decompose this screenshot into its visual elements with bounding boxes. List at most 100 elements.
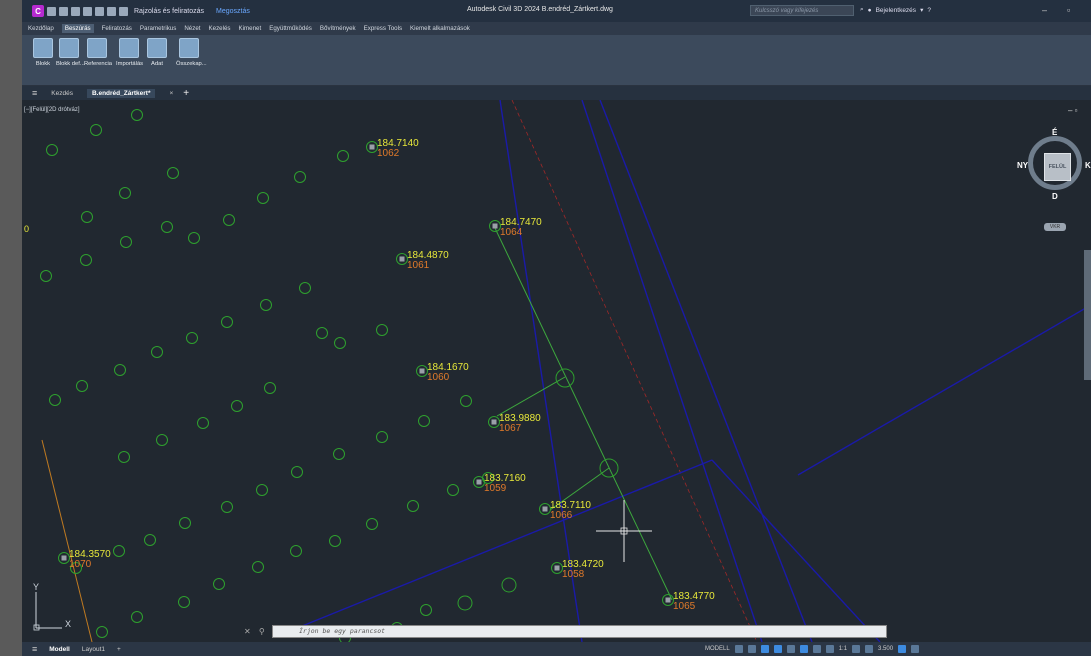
compass-east[interactable]: K xyxy=(1085,161,1091,170)
command-input[interactable]: Írjon be egy parancsot xyxy=(272,625,887,638)
ribbon-button-5[interactable]: Összekap... xyxy=(176,38,207,67)
survey-point-1064[interactable]: 184.74701064 xyxy=(489,217,543,238)
menu-tab-9[interactable]: Express Tools xyxy=(364,25,402,32)
point-marker[interactable] xyxy=(61,555,67,561)
add-layout-icon[interactable]: + xyxy=(117,646,121,653)
survey-point-1067[interactable]: 183.98801067 xyxy=(488,413,542,434)
annotation-scale[interactable]: 1:1 xyxy=(839,646,847,652)
menu-tab-10[interactable]: Kiemelt alkalmazások xyxy=(410,25,470,32)
share-button[interactable]: Megosztás xyxy=(216,8,250,15)
ribbon-icon xyxy=(33,38,53,58)
survey-point-1062[interactable]: 184.71401062 xyxy=(366,138,420,159)
menu-tab-6[interactable]: Kimenet xyxy=(239,25,262,32)
menu-tab-8[interactable]: Bővítmények xyxy=(320,25,356,32)
layout-menu-icon[interactable]: ≡ xyxy=(32,644,37,654)
minimize-icon[interactable]: – xyxy=(1042,5,1047,15)
polar-icon[interactable] xyxy=(773,645,782,653)
ribbon-button-2[interactable]: Referencia xyxy=(84,38,112,67)
undo-icon[interactable] xyxy=(107,6,116,16)
tab-model[interactable]: Modell xyxy=(49,646,70,653)
point-marker[interactable] xyxy=(476,479,482,485)
tab-drawing[interactable]: B.endréd_Zártkert* xyxy=(86,88,156,98)
point-marker[interactable] xyxy=(491,419,497,425)
survey-point-1058[interactable]: 183.47201058 xyxy=(551,559,605,580)
point-number: 1064 xyxy=(500,227,523,238)
survey-point-1061[interactable]: 184.48701061 xyxy=(396,250,450,271)
drawing-canvas[interactable]: 184.71401062 184.74701064 184.48701061 184.… xyxy=(22,100,1091,642)
menu-icon[interactable]: ≡ xyxy=(32,88,37,98)
viewport-restore-icon[interactable]: – ▫ xyxy=(1068,106,1078,115)
tree-symbol xyxy=(120,236,132,248)
annotation-icon[interactable] xyxy=(825,645,834,653)
tree-symbol xyxy=(264,382,276,394)
isolate-icon[interactable] xyxy=(898,645,907,653)
tab-layout1[interactable]: Layout1 xyxy=(82,646,105,653)
open-icon[interactable] xyxy=(59,6,68,16)
osnap-icon[interactable] xyxy=(786,645,795,653)
grid-icon[interactable] xyxy=(734,645,743,653)
ribbon-button-3[interactable]: Importálás xyxy=(116,38,143,67)
help-icon[interactable]: ? xyxy=(927,7,931,14)
status-value[interactable]: 3.500 xyxy=(878,646,893,652)
menu-tab-5[interactable]: Kezelés xyxy=(209,25,231,32)
new-icon[interactable] xyxy=(47,6,56,16)
menu-tab-0[interactable]: Kezdőlap xyxy=(28,25,54,32)
viewport-controls[interactable]: [−][Felül][2D drótváz] xyxy=(24,107,80,113)
cart-icon[interactable]: ▾ xyxy=(920,6,923,14)
wcs-menu[interactable]: VKR xyxy=(1044,223,1066,231)
menu-tab-4[interactable]: Nézet xyxy=(184,25,200,32)
redo-icon[interactable] xyxy=(119,6,128,16)
snap-icon[interactable] xyxy=(747,645,756,653)
command-line-icons[interactable]: ✕ ⚲ xyxy=(244,627,268,636)
point-marker[interactable] xyxy=(419,368,425,374)
menu-tab-1[interactable]: Beszúrás xyxy=(61,24,94,33)
new-tab-icon[interactable]: + xyxy=(183,88,189,99)
viewcube[interactable]: FELÜL É D NY K xyxy=(1017,128,1091,201)
customize-icon[interactable] xyxy=(911,645,920,653)
point-marker[interactable] xyxy=(369,144,375,150)
model-space-button[interactable]: MODELL xyxy=(705,646,730,652)
app-logo[interactable]: C xyxy=(32,5,44,17)
ortho-icon[interactable] xyxy=(760,645,769,653)
lineweight-icon[interactable] xyxy=(812,645,821,653)
menu-tab-7[interactable]: Együttműködés xyxy=(269,25,312,32)
ribbon-label: Blokk def... xyxy=(56,61,85,67)
ribbon-button-1[interactable]: Blokk def... xyxy=(56,38,85,67)
survey-point-1065[interactable]: 183.47701065 xyxy=(662,591,716,612)
point-marker[interactable] xyxy=(665,597,671,603)
gear-icon[interactable] xyxy=(852,645,861,653)
compass-south[interactable]: D xyxy=(1052,192,1058,201)
compass-north[interactable]: É xyxy=(1052,128,1057,137)
otrack-icon[interactable] xyxy=(799,645,808,653)
menu-tab-3[interactable]: Parametrikus xyxy=(140,25,176,32)
search-icon[interactable]: ⌕ xyxy=(860,6,864,14)
survey-point-1060[interactable]: 184.16701060 xyxy=(416,362,470,383)
ribbon-button-4[interactable]: Adat xyxy=(144,38,170,67)
ribbon-button-0[interactable]: Blokk xyxy=(30,38,56,67)
shrub-symbol xyxy=(501,577,517,593)
point-marker[interactable] xyxy=(492,223,498,229)
save-icon[interactable] xyxy=(71,6,80,16)
tab-start[interactable]: Kezdés xyxy=(51,90,73,97)
close-tab-icon[interactable]: × xyxy=(169,90,173,97)
compass-west[interactable]: NY xyxy=(1017,161,1028,170)
save-as-icon[interactable] xyxy=(83,6,92,16)
point-marker[interactable] xyxy=(399,256,405,262)
signin-button[interactable]: Bejelentkezés xyxy=(876,7,916,14)
tree-symbol xyxy=(252,561,264,573)
tree-symbol xyxy=(221,501,233,513)
add-icon[interactable] xyxy=(865,645,874,653)
workspace-switcher[interactable]: Rajzolás és feliratozás xyxy=(134,8,204,15)
viewcube-top-face[interactable]: FELÜL xyxy=(1044,153,1071,181)
survey-point-1066[interactable]: 183.71101066 xyxy=(539,500,592,521)
point-marker[interactable] xyxy=(554,565,560,571)
survey-point-1070[interactable]: 184.35701070 xyxy=(58,549,112,570)
survey-point-1059[interactable]: 183.71601059 xyxy=(473,473,527,494)
search-input[interactable]: Kulcsszó vagy kifejezés xyxy=(750,5,854,16)
navigation-bar[interactable] xyxy=(1084,250,1091,380)
maximize-icon[interactable]: ▫ xyxy=(1067,5,1070,15)
menu-tab-2[interactable]: Feliratozás xyxy=(102,25,132,32)
plot-icon[interactable] xyxy=(95,6,104,16)
tree-symbol xyxy=(49,394,61,406)
point-marker[interactable] xyxy=(542,506,548,512)
